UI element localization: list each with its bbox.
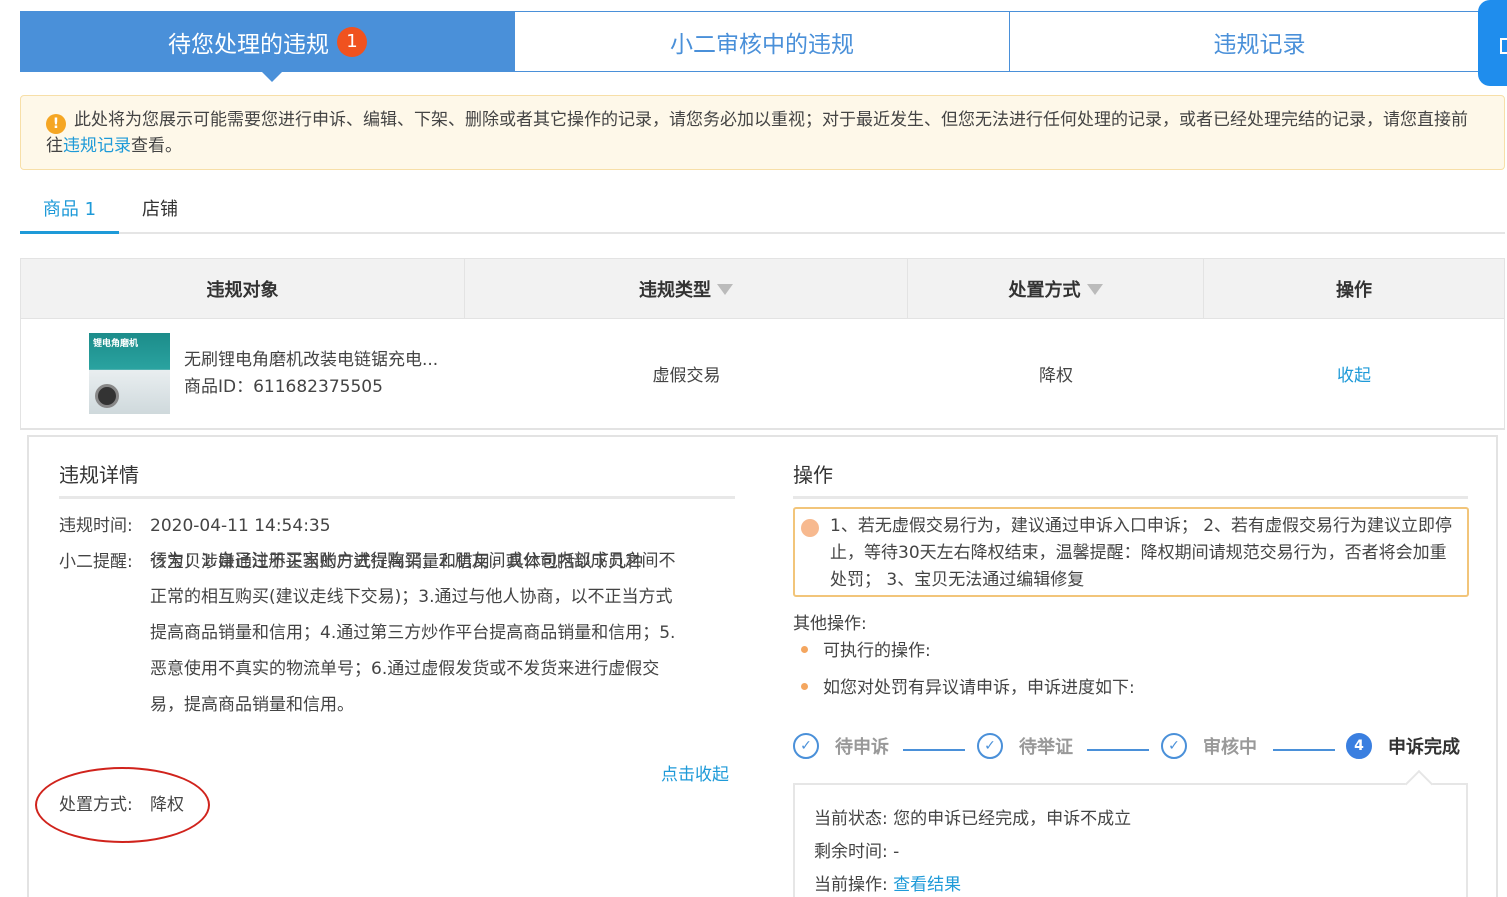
step-pending-evidence: ✓ 待举证 [977,733,1073,759]
action-cell: 收起 [1204,319,1504,428]
violation-tabs: 待您处理的违规 1 小二审核中的违规 违规记录 [20,11,1507,82]
remain-label: 剩余时间: [814,842,888,862]
step-label: 审核中 [1203,737,1257,758]
header-label: 处置方式 [1008,280,1081,301]
remind-label: 小二提醒: [59,552,133,572]
table-row: 锂电角磨机 无刷锂电角磨机改装电链锯充电... 商品ID：61168237550… [21,319,1504,429]
operation-tip-box: 1、若无虚假交易行为，建议通过申诉入口申诉； 2、若有虚假交易行为建议立即停止，… [793,507,1469,597]
step-connector [1087,749,1149,751]
tab-label: 小二审核中的违规 [670,31,854,58]
product-cell: 锂电角磨机 无刷锂电角磨机改装电链锯充电... 商品ID：61168237550… [21,319,465,428]
bullet-item: 可执行的操作: [801,636,931,661]
step-label: 待申诉 [835,737,889,758]
op-label: 当前操作: [814,875,888,895]
header-action: 操作 [1204,259,1504,319]
sub-tabs: 商品 1 店铺 [20,190,1505,234]
operation-title: 操作 [793,459,1468,499]
annotation-circle [35,767,210,843]
header-label: 操作 [1336,280,1372,301]
table-header: 违规对象 违规类型 处置方式 操作 [21,259,1504,319]
tab-goods[interactable]: 商品 1 [20,190,119,234]
remain-value: - [893,842,900,862]
thumbnail-text: 锂电角磨机 [93,339,139,349]
notice-text-end: 查看。 [131,136,182,156]
warning-icon: ! [46,114,66,134]
status-value: 您的申诉已经完成，申诉不成立 [893,809,1132,829]
tab-shop[interactable]: 店铺 [142,190,178,234]
check-icon: ✓ [793,733,819,759]
step-pending-appeal: ✓ 待申诉 [793,733,889,759]
view-result-link[interactable]: 查看结果 [893,875,961,895]
time-label: 违规时间: [59,516,133,536]
product-thumbnail[interactable]: 锂电角磨机 [89,333,170,414]
violation-time: 违规时间: 2020-04-11 14:54:35 [59,508,331,544]
tab-pending-violations[interactable]: 待您处理的违规 1 [20,11,515,82]
violation-records-link[interactable]: 违规记录 [63,136,131,156]
detail-panel: 违规详情 违规时间: 2020-04-11 14:54:35 小二提醒: 该宝贝涉嫌… [27,435,1498,897]
handling-cell: 降权 [1039,366,1073,386]
violation-table: 违规对象 违规类型 处置方式 操作 锂电角磨机 无刷锂电角磨机改装电链锯充电..… [20,258,1505,430]
header-label: 违规对象 [206,280,279,301]
step-connector [903,749,965,751]
step-connector [1273,749,1335,751]
current-operation: 当前操作: 查看结果 [814,869,1466,897]
step-label: 申诉完成 [1388,737,1460,758]
header-object: 违规对象 [21,259,465,319]
other-operations-title: 其他操作: [793,614,867,634]
check-icon: ✓ [977,733,1003,759]
bracket-icon [1500,38,1507,54]
product-name[interactable]: 无刷锂电角磨机改装电链锯充电... [184,347,438,374]
floating-side-button[interactable] [1478,0,1507,86]
violation-detail-title: 违规详情 [59,459,735,499]
header-type: 违规类型 [465,259,908,319]
product-info: 无刷锂电角磨机改装电链锯充电... 商品ID：611682375505 [184,347,438,401]
bullet-item: 如您对处罚有异议请申诉，申诉进度如下: [801,673,1135,698]
appeal-status-box: 当前状态: 您的申诉已经完成，申诉不成立 剩余时间: - 当前操作: 查看结果 [793,783,1468,897]
bullet-text: 可执行的操作: [823,641,931,661]
product-id: 商品ID：611682375505 [184,376,383,397]
filter-icon[interactable] [1086,283,1103,295]
step-number: 4 [1346,733,1372,759]
tab-violation-records[interactable]: 违规记录 [1010,11,1507,72]
tab-label: 违规记录 [1213,31,1306,58]
appeal-progress: ✓ 待申诉 ✓ 待举证 ✓ 审核中 4 申诉完成 [793,733,1469,767]
step-appeal-complete: 4 申诉完成 [1346,733,1460,759]
bullet-text: 如您对处罚有异议请申诉，申诉进度如下: [823,678,1135,698]
collapse-button[interactable]: 收起 [1337,361,1371,386]
filter-icon[interactable] [717,283,733,295]
step-label: 待举证 [1019,737,1073,758]
reminder-body: 行为：1.自己注册买家账户进行购买；2.朋友间或公司内部成员之间不正常的相互购买… [150,551,676,715]
active-tab-caret [261,71,283,82]
remaining-time: 剩余时间: - [814,836,1466,869]
tab-label: 待您处理的违规 [168,31,329,58]
header-label: 违规类型 [639,280,711,301]
violation-type-cell: 虚假交易 [652,366,721,386]
status-label: 当前状态: [814,809,888,829]
time-value: 2020-04-11 14:54:35 [150,516,331,536]
current-status: 当前状态: 您的申诉已经完成，申诉不成立 [814,803,1466,836]
click-collapse-link[interactable]: 点击收起 [661,760,729,785]
check-icon: ✓ [1161,733,1187,759]
header-handling: 处置方式 [908,259,1204,319]
operation-tip: 1、若无虚假交易行为，建议通过申诉入口申诉； 2、若有虚假交易行为建议立即停止，… [830,516,1453,590]
notice-banner: ! 此处将为您展示可能需要您进行申诉、编辑、下架、删除或者其它操作的记录，请您务必… [20,95,1505,170]
count-badge: 1 [337,26,367,57]
notice-text: 此处将为您展示可能需要您进行申诉、编辑、下架、删除或者其它操作的记录，请您务必加… [46,110,1468,156]
tab-under-review[interactable]: 小二审核中的违规 [515,11,1010,72]
step-reviewing: ✓ 审核中 [1161,733,1257,759]
info-icon [801,519,819,537]
